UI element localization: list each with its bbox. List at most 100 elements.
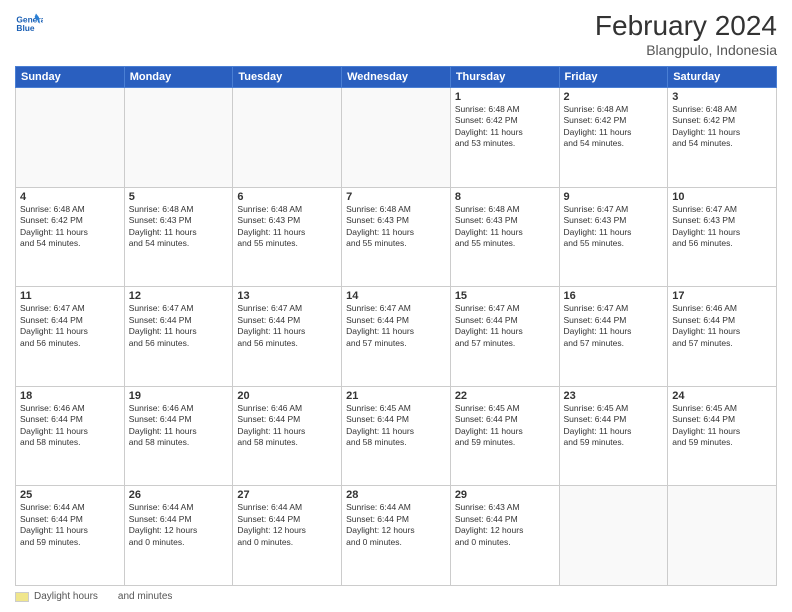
calendar-cell: 17Sunrise: 6:46 AM Sunset: 6:44 PM Dayli… [668,287,777,387]
day-number: 14 [346,290,446,302]
calendar-cell: 3Sunrise: 6:48 AM Sunset: 6:42 PM Daylig… [668,88,777,188]
day-info: Sunrise: 6:46 AM Sunset: 6:44 PM Dayligh… [672,303,772,349]
calendar-cell [124,88,233,188]
day-info: Sunrise: 6:47 AM Sunset: 6:43 PM Dayligh… [672,204,772,250]
day-info: Sunrise: 6:46 AM Sunset: 6:44 PM Dayligh… [129,403,229,449]
calendar-header-row: SundayMondayTuesdayWednesdayThursdayFrid… [16,67,777,88]
day-number: 12 [129,290,229,302]
week-row-3: 18 Sunrise: 6:46 AM Sunset: 6:44 PM Dayli… [16,386,777,486]
day-number: 2 [564,91,664,103]
legend-item-minutes: and minutes [118,591,172,602]
day-number: 7 [346,191,446,203]
legend-item-daylight: Daylight hours [15,591,98,602]
legend: Daylight hours and minutes [15,591,777,602]
location-subtitle: Blangpulo, Indonesia [595,42,777,58]
legend-minutes-label: and minutes [118,591,172,602]
calendar-table: SundayMondayTuesdayWednesdayThursdayFrid… [15,66,777,586]
calendar-cell: 10Sunrise: 6:47 AM Sunset: 6:43 PM Dayli… [668,187,777,287]
day-info: Sunrise: 6:45 AM Sunset: 6:44 PM Dayligh… [455,403,555,449]
day-number: 25 [20,489,120,501]
day-number: 28 [346,489,446,501]
week-row-2: 11 Sunrise: 6:47 AM Sunset: 6:44 PM Dayli… [16,287,777,387]
calendar-cell: 22Sunrise: 6:45 AM Sunset: 6:44 PM Dayli… [450,386,559,486]
day-number: 18 [20,390,120,402]
calendar-cell: 25Sunrise: 6:44 AM Sunset: 6:44 PM Dayli… [16,486,125,586]
col-header-monday: Monday [124,67,233,88]
calendar-cell: 24Sunrise: 6:45 AM Sunset: 6:44 PM Dayli… [668,386,777,486]
calendar-cell: 12Sunrise: 6:47 AM Sunset: 6:44 PM Dayli… [124,287,233,387]
calendar-cell: 5Sunrise: 6:48 AM Sunset: 6:43 PM Daylig… [124,187,233,287]
day-info: Sunrise: 6:47 AM Sunset: 6:44 PM Dayligh… [564,303,664,349]
col-header-saturday: Saturday [668,67,777,88]
day-number: 13 [237,290,337,302]
legend-daylight-label: Daylight hours [34,591,98,602]
calendar-cell: 7Sunrise: 6:48 AM Sunset: 6:43 PM Daylig… [342,187,451,287]
day-info: Sunrise: 6:47 AM Sunset: 6:44 PM Dayligh… [129,303,229,349]
day-number: 5 [129,191,229,203]
calendar-cell: 28Sunrise: 6:44 AM Sunset: 6:44 PM Dayli… [342,486,451,586]
svg-text:Blue: Blue [16,23,34,33]
day-info: Sunrise: 6:44 AM Sunset: 6:44 PM Dayligh… [129,502,229,548]
day-number: 8 [455,191,555,203]
day-number: 3 [672,91,772,103]
calendar-cell: 6Sunrise: 6:48 AM Sunset: 6:43 PM Daylig… [233,187,342,287]
calendar-cell [668,486,777,586]
calendar-cell [233,88,342,188]
col-header-sunday: Sunday [16,67,125,88]
day-info: Sunrise: 6:45 AM Sunset: 6:44 PM Dayligh… [564,403,664,449]
day-info: Sunrise: 6:48 AM Sunset: 6:43 PM Dayligh… [455,204,555,250]
day-number: 1 [455,91,555,103]
day-info: Sunrise: 6:44 AM Sunset: 6:44 PM Dayligh… [346,502,446,548]
day-number: 20 [237,390,337,402]
calendar-cell: 16Sunrise: 6:47 AM Sunset: 6:44 PM Dayli… [559,287,668,387]
day-number: 16 [564,290,664,302]
day-info: Sunrise: 6:44 AM Sunset: 6:44 PM Dayligh… [237,502,337,548]
month-year-title: February 2024 [595,10,777,42]
day-number: 27 [237,489,337,501]
day-number: 6 [237,191,337,203]
calendar-cell: 19Sunrise: 6:46 AM Sunset: 6:44 PM Dayli… [124,386,233,486]
day-info: Sunrise: 6:45 AM Sunset: 6:44 PM Dayligh… [672,403,772,449]
day-info: Sunrise: 6:48 AM Sunset: 6:42 PM Dayligh… [672,104,772,150]
title-block: February 2024 Blangpulo, Indonesia [595,10,777,58]
calendar-cell: 14Sunrise: 6:47 AM Sunset: 6:44 PM Dayli… [342,287,451,387]
day-info: Sunrise: 6:46 AM Sunset: 6:44 PM Dayligh… [237,403,337,449]
calendar-cell [342,88,451,188]
day-number: 23 [564,390,664,402]
day-number: 21 [346,390,446,402]
day-number: 4 [20,191,120,203]
calendar-cell: 23Sunrise: 6:45 AM Sunset: 6:44 PM Dayli… [559,386,668,486]
calendar-cell: 26Sunrise: 6:44 AM Sunset: 6:44 PM Dayli… [124,486,233,586]
day-info: Sunrise: 6:48 AM Sunset: 6:43 PM Dayligh… [346,204,446,250]
calendar-cell: 9Sunrise: 6:47 AM Sunset: 6:43 PM Daylig… [559,187,668,287]
day-number: 22 [455,390,555,402]
week-row-4: 25 Sunrise: 6:44 AM Sunset: 6:44 PM Dayli… [16,486,777,586]
calendar-cell: 18Sunrise: 6:46 AM Sunset: 6:44 PM Dayli… [16,386,125,486]
calendar-cell: 13Sunrise: 6:47 AM Sunset: 6:44 PM Dayli… [233,287,342,387]
col-header-thursday: Thursday [450,67,559,88]
calendar-cell: 2Sunrise: 6:48 AM Sunset: 6:42 PM Daylig… [559,88,668,188]
day-info: Sunrise: 6:45 AM Sunset: 6:44 PM Dayligh… [346,403,446,449]
calendar-cell: 29Sunrise: 6:43 AM Sunset: 6:44 PM Dayli… [450,486,559,586]
calendar-cell: 11Sunrise: 6:47 AM Sunset: 6:44 PM Dayli… [16,287,125,387]
day-number: 17 [672,290,772,302]
day-number: 11 [20,290,120,302]
day-number: 9 [564,191,664,203]
week-row-1: 4Sunrise: 6:48 AM Sunset: 6:42 PM Daylig… [16,187,777,287]
page: General Blue February 2024 Blangpulo, In… [0,0,792,612]
day-number: 15 [455,290,555,302]
day-info: Sunrise: 6:47 AM Sunset: 6:44 PM Dayligh… [237,303,337,349]
day-info: Sunrise: 6:47 AM Sunset: 6:43 PM Dayligh… [564,204,664,250]
day-info: Sunrise: 6:43 AM Sunset: 6:44 PM Dayligh… [455,502,555,548]
logo: General Blue [15,10,43,38]
col-header-friday: Friday [559,67,668,88]
calendar-cell [16,88,125,188]
day-info: Sunrise: 6:48 AM Sunset: 6:43 PM Dayligh… [129,204,229,250]
day-info: Sunrise: 6:48 AM Sunset: 6:43 PM Dayligh… [237,204,337,250]
day-info: Sunrise: 6:47 AM Sunset: 6:44 PM Dayligh… [346,303,446,349]
calendar-cell: 4Sunrise: 6:48 AM Sunset: 6:42 PM Daylig… [16,187,125,287]
calendar-cell: 1Sunrise: 6:48 AM Sunset: 6:42 PM Daylig… [450,88,559,188]
col-header-wednesday: Wednesday [342,67,451,88]
day-number: 26 [129,489,229,501]
day-number: 19 [129,390,229,402]
